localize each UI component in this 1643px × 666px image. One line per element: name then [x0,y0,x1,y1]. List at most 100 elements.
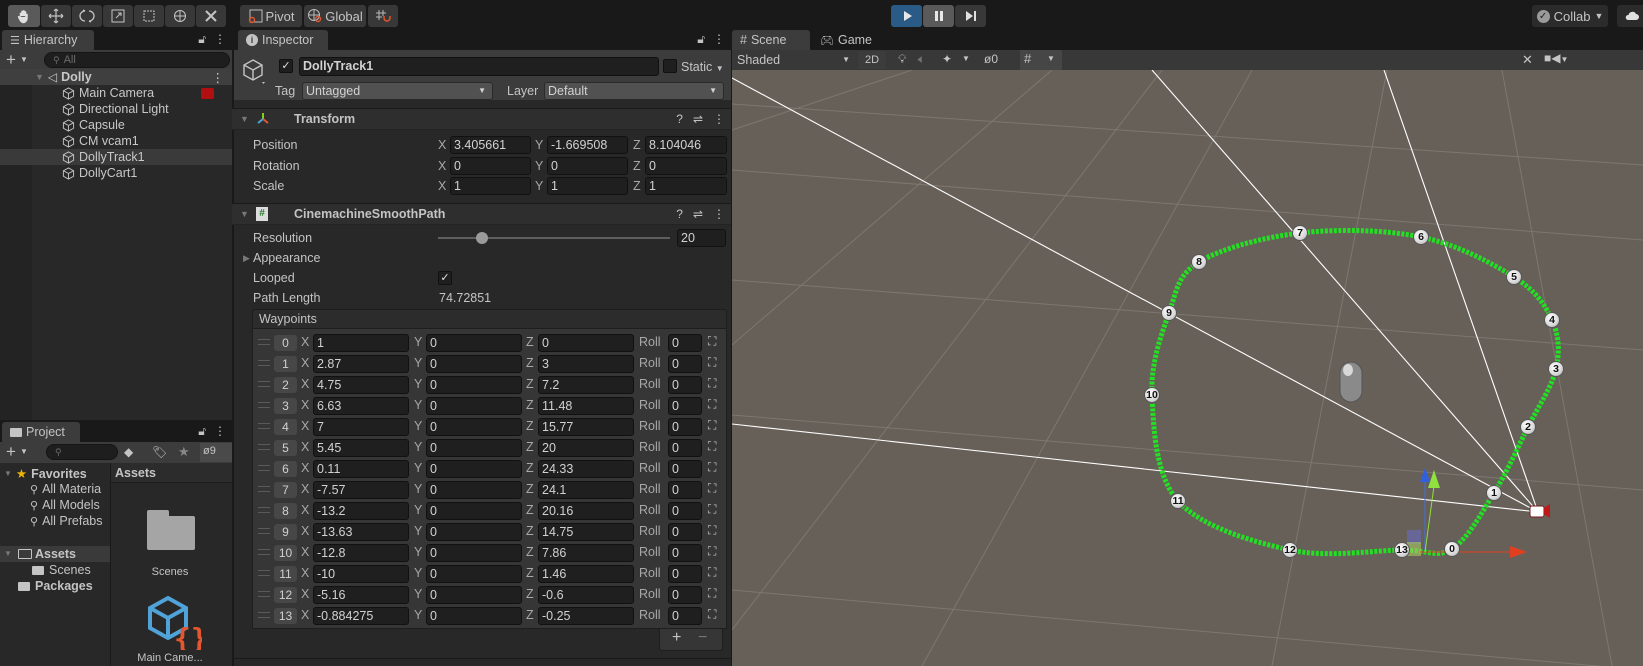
more-options-icon[interactable]: ⋮ [713,32,725,47]
waypoint-z-input[interactable]: 3 [538,355,634,373]
lighting-toggle-icon[interactable]: 💡︎ [898,52,906,67]
waypoint-y-input[interactable]: 0 [426,565,522,583]
waypoint-x-input[interactable]: -5.16 [313,586,409,604]
hierarchy-item[interactable]: Directional Light [0,101,232,117]
drag-handle-icon[interactable] [258,507,270,513]
drag-handle-icon[interactable] [258,528,270,534]
expand-arrow-icon[interactable]: ▶ [243,253,250,264]
drag-handle-icon[interactable] [258,570,270,576]
waypoint-z-input[interactable]: 24.1 [538,481,634,499]
goto-waypoint-icon[interactable]: ⛶ [708,460,716,475]
waypoint-x-input[interactable]: 2.87 [313,355,409,373]
hand-tool-button[interactable] [8,5,40,27]
goto-waypoint-icon[interactable]: ⛶ [708,355,716,370]
pivot-toggle[interactable]: Pivot [240,5,302,27]
smooth-path-header[interactable]: ▼ # CinemachineSmoothPath ? ⇌ ⋮ [232,203,731,225]
resolution-slider-thumb[interactable] [476,232,489,244]
waypoint-index[interactable]: 6 [274,461,297,477]
waypoint-z-input[interactable]: 0 [538,334,634,352]
hidden-packages-toggle[interactable]: ø9 [200,443,232,462]
collapse-arrow-icon[interactable]: ▼ [240,114,249,124]
hierarchy-item[interactable]: DollyTrack1 [0,149,232,165]
waypoint-y-input[interactable]: 0 [426,334,522,352]
hierarchy-search-input[interactable]: ⚲ All [44,52,230,68]
waypoint-index[interactable]: 10 [274,545,297,561]
waypoint-z-input[interactable]: 24.33 [538,460,634,478]
waypoint-x-input[interactable]: -12.8 [313,544,409,562]
filter-by-type-icon[interactable]: ◆ [124,445,133,459]
add-waypoint-button[interactable]: + [672,629,681,647]
favorite-item[interactable]: ⚲ All Models [30,498,100,512]
waypoint-index[interactable]: 1 [274,356,297,372]
drag-handle-icon[interactable] [258,549,270,555]
waypoint-z-input[interactable]: -0.25 [538,607,634,625]
favorite-item[interactable]: ⚲ All Prefabs [30,514,103,528]
assets-folder-row[interactable]: ▼ Assets [0,546,110,562]
scene-root-row[interactable]: ▼ ◁ Dolly ⋮ [0,69,232,85]
waypoint-z-input[interactable]: 20.16 [538,502,634,520]
goto-waypoint-icon[interactable]: ⛶ [708,481,716,496]
waypoint-marker[interactable]: 10 [1144,387,1160,403]
step-button[interactable] [955,5,986,27]
static-dropdown[interactable]: Static ▼ [681,60,724,74]
waypoint-index[interactable]: 5 [274,440,297,456]
waypoint-z-input[interactable]: 7.86 [538,544,634,562]
resolution-slider-track[interactable] [438,237,670,239]
waypoint-marker[interactable]: 11 [1170,493,1186,509]
waypoint-x-input[interactable]: 7 [313,418,409,436]
waypoint-marker[interactable]: 0 [1444,541,1460,557]
waypoint-marker[interactable]: 13 [1394,542,1410,558]
waypoint-roll-input[interactable]: 0 [668,460,702,478]
active-checkbox[interactable]: ✓ [279,59,293,73]
waypoint-z-input[interactable]: 7.2 [538,376,634,394]
lock-icon[interactable]: 🔓︎ [198,32,206,47]
goto-waypoint-icon[interactable]: ⛶ [708,502,716,517]
drag-handle-icon[interactable] [258,339,270,345]
drag-handle-icon[interactable] [258,360,270,366]
custom-tool-button[interactable] [196,5,226,27]
waypoint-y-input[interactable]: 0 [426,418,522,436]
transform-y-input[interactable]: 1 [547,177,628,195]
waypoint-x-input[interactable]: 5.45 [313,439,409,457]
drag-handle-icon[interactable] [258,423,270,429]
waypoint-x-input[interactable]: -0.884275 [313,607,409,625]
waypoint-y-input[interactable]: 0 [426,502,522,520]
lock-icon[interactable]: 🔓︎ [697,32,705,47]
create-button[interactable]: + [6,442,16,462]
audio-toggle-icon[interactable]: 🔈︎ [918,52,925,67]
waypoint-z-input[interactable]: 14.75 [538,523,634,541]
more-options-icon[interactable]: ⋮ [713,112,725,126]
rotate-tool-button[interactable] [72,5,102,27]
waypoint-marker[interactable]: 8 [1191,254,1207,270]
tab-project[interactable]: Project [2,422,80,442]
more-options-icon[interactable]: ⋮ [713,207,725,221]
waypoint-index[interactable]: 12 [274,587,297,603]
waypoint-index[interactable]: 2 [274,377,297,393]
drag-handle-icon[interactable] [258,591,270,597]
tab-scene[interactable]: # Scene [732,30,810,50]
camera-settings-dropdown[interactable]: ■◀▼ [1544,51,1580,69]
gizmo-plane-xy[interactable] [1407,530,1421,544]
waypoint-y-input[interactable]: 0 [426,523,522,541]
goto-waypoint-icon[interactable]: ⛶ [708,607,716,622]
camera-gizmo-icon[interactable] [201,87,214,99]
waypoint-y-input[interactable]: 0 [426,460,522,478]
waypoint-index[interactable]: 4 [274,419,297,435]
transform-z-input[interactable]: 1 [645,177,727,195]
expand-arrow-icon[interactable]: ▼ [35,72,44,82]
waypoint-roll-input[interactable]: 0 [668,439,702,457]
waypoint-roll-input[interactable]: 0 [668,523,702,541]
goto-waypoint-icon[interactable]: ⛶ [708,439,716,454]
waypoint-z-input[interactable]: 15.77 [538,418,634,436]
layer-dropdown[interactable]: Default ▼ [544,82,724,100]
waypoint-y-input[interactable]: 0 [426,355,522,373]
waypoint-marker[interactable]: 1 [1486,485,1502,501]
drag-handle-icon[interactable] [258,612,270,618]
waypoint-roll-input[interactable]: 0 [668,502,702,520]
2d-toggle[interactable]: 2D [858,51,886,69]
waypoint-roll-input[interactable]: 0 [668,355,702,373]
looped-checkbox[interactable]: ✓ [438,271,452,285]
goto-waypoint-icon[interactable]: ⛶ [708,586,716,601]
grid-snap-toggle[interactable] [368,5,398,27]
waypoint-marker[interactable]: 12 [1282,542,1298,558]
